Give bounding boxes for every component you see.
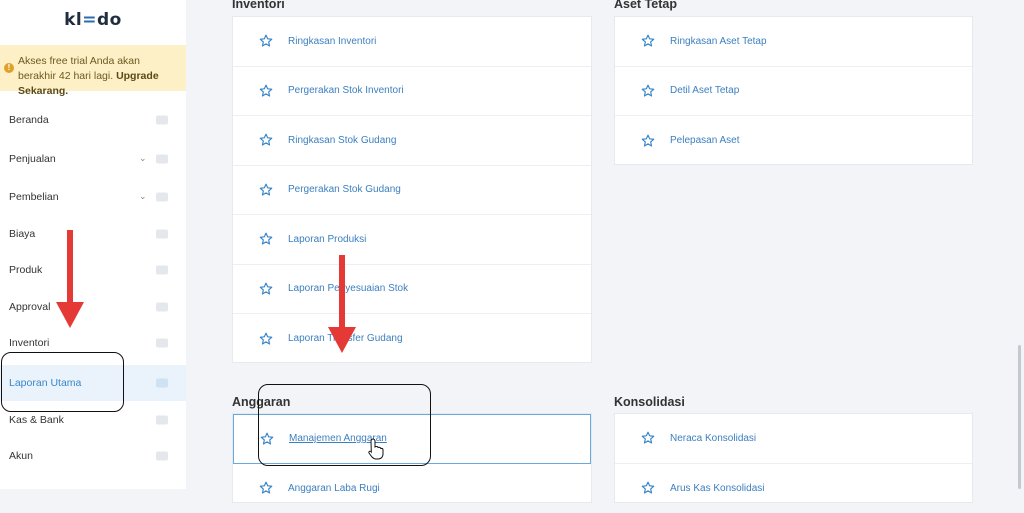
sidebar-item-label: Kas & Bank xyxy=(9,414,64,426)
sidebar-item-label: Approval xyxy=(9,301,50,313)
report-link-label[interactable]: Detil Aset Tetap xyxy=(670,85,739,96)
star-icon[interactable] xyxy=(641,481,655,495)
report-link-arus-kas-konsolidasi[interactable]: Arus Kas Konsolidasi xyxy=(615,464,972,513)
sidebar-item-produk[interactable]: Produk xyxy=(0,252,186,288)
app-logo[interactable]: kl=do xyxy=(0,10,186,30)
report-link-label[interactable]: Laporan Produksi xyxy=(288,234,366,245)
report-link-label[interactable]: Pelepasan Aset xyxy=(670,135,740,146)
report-link-ringkasan-stok-gudang[interactable]: Ringkasan Stok Gudang xyxy=(233,116,591,166)
sidebar-item-pembelian[interactable]: Pembelian ⌄ xyxy=(0,179,186,215)
sidebar: kl=do ! Akses free trial Anda akan berak… xyxy=(0,0,186,489)
star-icon[interactable] xyxy=(259,481,273,495)
hand-cursor-icon xyxy=(368,438,384,460)
report-link-label[interactable]: Neraca Konsolidasi xyxy=(670,433,756,444)
report-link-label[interactable]: Pergerakan Stok Inventori xyxy=(288,85,404,96)
panel-konsolidasi: Neraca Konsolidasi Arus Kas Konsolidasi xyxy=(614,413,973,503)
annotation-highlight-laporan-utama xyxy=(1,352,124,412)
section-title-konsolidasi: Konsolidasi xyxy=(614,395,685,409)
star-icon[interactable] xyxy=(259,331,273,345)
list-icon xyxy=(156,452,168,461)
dollar-icon xyxy=(156,416,168,425)
chevron-down-icon[interactable]: ⌄ xyxy=(139,191,147,202)
sidebar-item-biaya[interactable]: Biaya xyxy=(0,216,186,252)
warehouse-icon xyxy=(156,339,168,348)
sidebar-item-label: Inventori xyxy=(9,337,49,349)
sidebar-item-label: Beranda xyxy=(9,114,49,126)
star-icon[interactable] xyxy=(641,133,655,147)
report-link-label[interactable]: Ringkasan Stok Gudang xyxy=(288,135,396,146)
sidebar-item-approval[interactable]: Approval xyxy=(0,289,186,325)
warning-icon: ! xyxy=(4,63,14,73)
report-link-ringkasan-aset-tetap[interactable]: Ringkasan Aset Tetap xyxy=(615,17,972,67)
sidebar-item-label: Akun xyxy=(9,450,33,462)
star-icon[interactable] xyxy=(641,431,655,445)
report-link-label[interactable]: Ringkasan Inventori xyxy=(288,36,376,47)
report-link-label[interactable]: Pergerakan Stok Gudang xyxy=(288,184,401,195)
star-icon[interactable] xyxy=(259,281,273,295)
report-link-anggaran-laba-rugi[interactable]: Anggaran Laba Rugi xyxy=(233,464,591,513)
star-icon[interactable] xyxy=(259,232,273,246)
home-icon xyxy=(156,116,168,125)
panel-aset-tetap: Ringkasan Aset Tetap Detil Aset Tetap Pele… xyxy=(614,16,973,165)
report-link-pergerakan-stok-gudang[interactable]: Pergerakan Stok Gudang xyxy=(233,166,591,216)
panel-inventori: Ringkasan Inventori Pergerakan Stok Inven… xyxy=(232,16,592,363)
chevron-down-icon[interactable]: ⌄ xyxy=(139,153,147,164)
report-link-neraca-konsolidasi[interactable]: Neraca Konsolidasi xyxy=(615,414,972,464)
report-link-laporan-penyesuaian-stok[interactable]: Laporan Penyesuaian Stok xyxy=(233,265,591,315)
sidebar-item-label: Produk xyxy=(9,264,42,276)
check-icon xyxy=(156,303,168,312)
section-title-aset-tetap: Aset Tetap xyxy=(614,0,677,11)
section-title-inventori: Inventori xyxy=(232,0,285,11)
star-icon[interactable] xyxy=(259,83,273,97)
sidebar-item-label: Biaya xyxy=(9,228,35,240)
chart-icon xyxy=(156,379,168,388)
star-icon[interactable] xyxy=(641,34,655,48)
sidebar-item-label: Pembelian xyxy=(9,191,59,203)
sidebar-item-penjualan[interactable]: Penjualan ⌄ xyxy=(0,141,186,177)
report-link-label[interactable]: Ringkasan Aset Tetap xyxy=(670,36,767,47)
page-scrollbar[interactable] xyxy=(1018,345,1021,489)
card-icon xyxy=(156,230,168,239)
annotation-highlight-manajemen-anggaran xyxy=(258,384,431,466)
star-icon[interactable] xyxy=(259,182,273,196)
sidebar-item-akun[interactable]: Akun xyxy=(0,438,186,474)
star-icon[interactable] xyxy=(641,83,655,97)
bag-icon xyxy=(156,193,168,202)
sidebar-item-label: Penjualan xyxy=(9,153,56,165)
report-link-laporan-transfer-gudang[interactable]: Laporan Transfer Gudang xyxy=(233,314,591,364)
annotation-arrow-sidebar xyxy=(54,228,86,332)
report-link-ringkasan-inventori[interactable]: Ringkasan Inventori xyxy=(233,17,591,67)
report-link-pergerakan-stok-inventori[interactable]: Pergerakan Stok Inventori xyxy=(233,67,591,117)
report-link-label[interactable]: Anggaran Laba Rugi xyxy=(288,483,380,494)
box-icon xyxy=(156,266,168,275)
star-icon[interactable] xyxy=(259,34,273,48)
basket-icon xyxy=(156,155,168,164)
report-link-detil-aset-tetap[interactable]: Detil Aset Tetap xyxy=(615,67,972,117)
trial-banner: ! Akses free trial Anda akan berakhir 42… xyxy=(0,45,186,91)
report-link-label[interactable]: Arus Kas Konsolidasi xyxy=(670,483,765,494)
report-link-pelepasan-aset[interactable]: Pelepasan Aset xyxy=(615,116,972,166)
annotation-arrow-main xyxy=(326,253,358,357)
report-link-laporan-produksi[interactable]: Laporan Produksi xyxy=(233,215,591,265)
sidebar-item-beranda[interactable]: Beranda xyxy=(0,102,186,138)
star-icon[interactable] xyxy=(259,133,273,147)
